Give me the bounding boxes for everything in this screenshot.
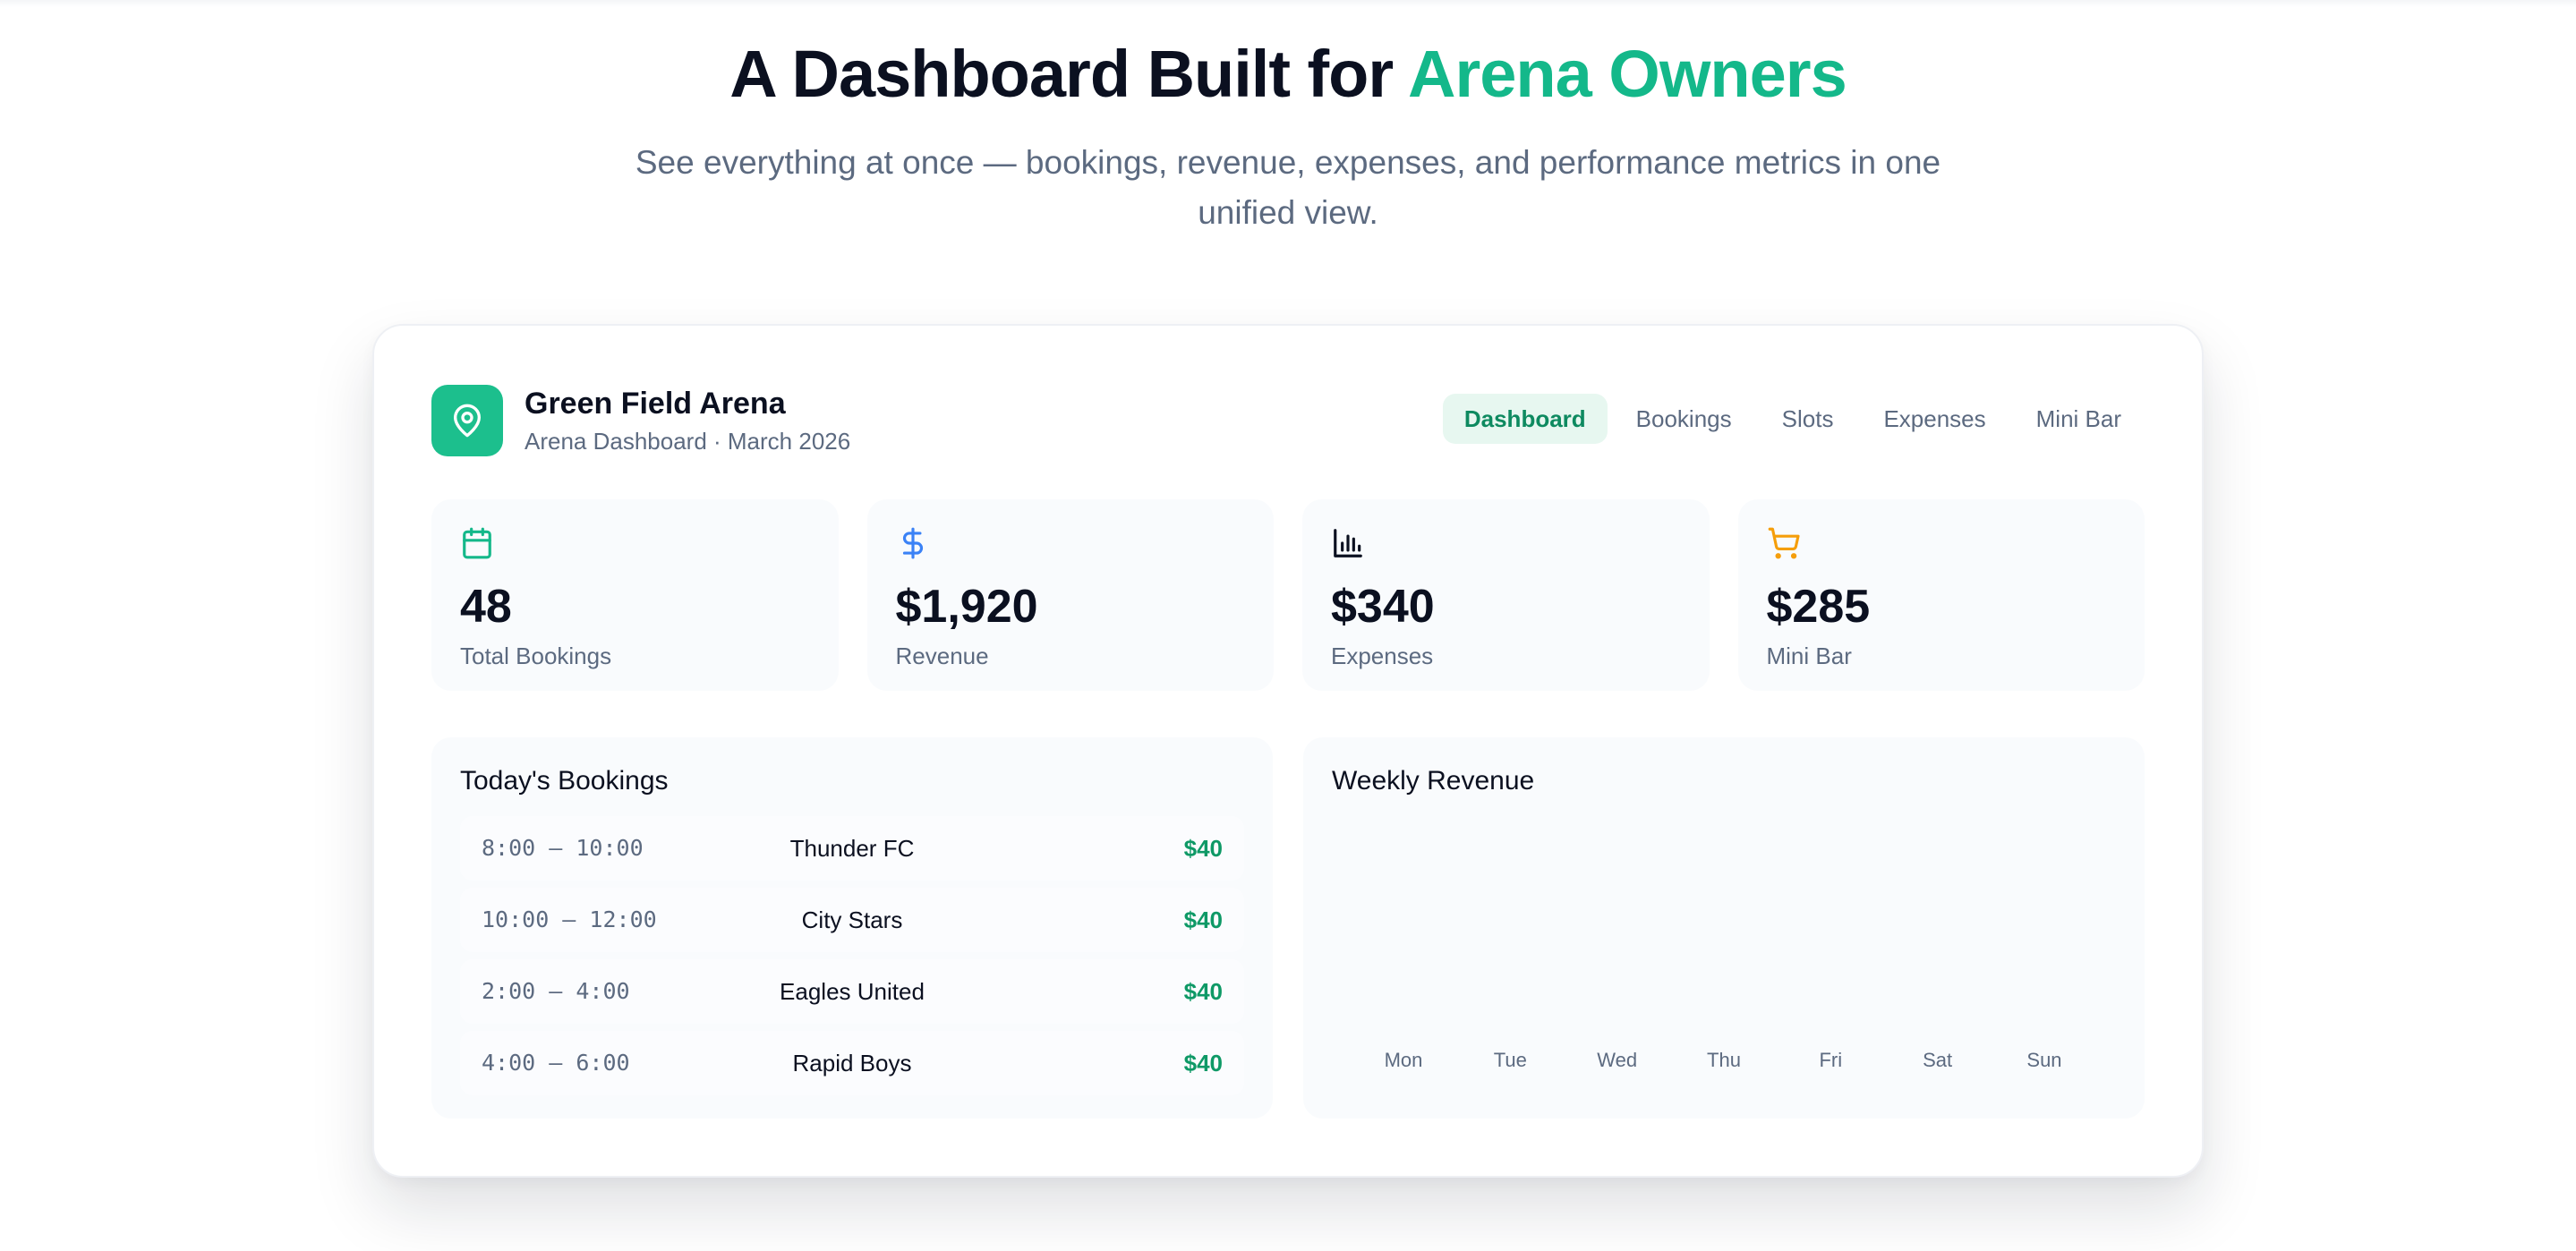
weekly-revenue-day-labels: Mon Tue Wed Thu Fri Sat Sun [1332, 1049, 2116, 1072]
calendar-icon [463, 527, 491, 559]
hero-title-main: A Dashboard Built for [729, 37, 1408, 111]
stats-row: 48 Total Bookings $1,920 Revenue $340 Ex… [431, 499, 2145, 691]
booking-row[interactable]: 2:00 – 4:00 Eagles United $40 [460, 959, 1244, 1024]
booking-row[interactable]: 4:00 – 6:00 Rapid Boys $40 [460, 1031, 1244, 1095]
stat-value: 48 [460, 581, 512, 633]
stat-card-total-bookings: 48 Total Bookings [431, 499, 839, 691]
todays-bookings-panel: Today's Bookings 8:00 – 10:00 Thunder FC… [431, 737, 1273, 1119]
booking-row[interactable]: 10:00 – 12:00 City Stars $40 [460, 888, 1244, 952]
dashboard-nav: Dashboard Bookings Slots Expenses Mini B… [1442, 394, 2143, 444]
nav-tab-expenses[interactable]: Expenses [1862, 394, 2007, 444]
day-label-sat: Sat [1923, 1049, 1953, 1071]
stat-value: $340 [1331, 581, 1435, 633]
stat-value: $285 [1766, 581, 1871, 633]
stat-label: Mini Bar [1766, 643, 1852, 669]
nav-tab-slots[interactable]: Slots [1761, 394, 1855, 444]
booking-row[interactable]: 8:00 – 10:00 Thunder FC $40 [460, 816, 1244, 881]
hero-title-accent: Arena Owners [1408, 37, 1847, 111]
booking-list: 8:00 – 10:00 Thunder FC $40 10:00 – 12:0… [460, 816, 1244, 1102]
booking-time: 10:00 – 12:00 [482, 906, 657, 932]
day-label-fri: Fri [1819, 1049, 1843, 1071]
booking-time: 4:00 – 6:00 [482, 1050, 630, 1076]
booking-price: $40 [1183, 835, 1223, 862]
hero-title: A Dashboard Built for Arena Owners [0, 34, 2576, 115]
stat-card-expenses: $340 Expenses [1302, 499, 1710, 691]
panel-title: Today's Bookings [460, 766, 669, 796]
booking-time: 8:00 – 10:00 [482, 835, 644, 861]
nav-tab-bookings[interactable]: Bookings [1615, 394, 1753, 444]
day-label-mon: Mon [1384, 1049, 1423, 1071]
stat-label: Revenue [895, 643, 989, 669]
stat-card-mini-bar: $285 Mini Bar [1737, 499, 2145, 691]
stat-value: $1,920 [895, 581, 1038, 633]
map-pin-icon [454, 404, 481, 438]
dashboard-card: Green Field Arena Arena Dashboard · Marc… [372, 324, 2204, 1178]
booking-price: $40 [1183, 978, 1223, 1005]
day-label-sun: Sun [2026, 1049, 2062, 1071]
nav-tab-dashboard[interactable]: Dashboard [1442, 394, 1608, 444]
stat-label: Total Bookings [460, 643, 612, 669]
hero-subtitle: See everything at once — bookings, reven… [635, 144, 1941, 231]
booking-time: 2:00 – 4:00 [482, 978, 630, 1004]
booking-price: $40 [1183, 1050, 1223, 1077]
arena-name: Green Field Arena [525, 387, 786, 421]
stat-label: Expenses [1331, 643, 1434, 669]
arena-subtitle: Arena Dashboard · March 2026 [525, 428, 851, 455]
day-label-wed: Wed [1597, 1049, 1638, 1071]
booking-price: $40 [1183, 906, 1223, 933]
weekly-revenue-panel: Weekly Revenue Mon Tue Wed Thu Fri Sat S… [1303, 737, 2145, 1119]
cart-icon [1768, 527, 1800, 559]
stat-card-revenue: $1,920 Revenue [866, 499, 1274, 691]
day-label-tue: Tue [1493, 1049, 1527, 1071]
day-label-thu: Thu [1707, 1049, 1741, 1071]
dollar-icon [902, 527, 923, 559]
nav-tab-mini-bar[interactable]: Mini Bar [2015, 394, 2143, 444]
arena-logo [431, 385, 503, 456]
bar-chart-icon [1334, 529, 1362, 557]
panel-title: Weekly Revenue [1332, 766, 1535, 796]
weekly-revenue-chart-area [1332, 816, 2116, 1085]
